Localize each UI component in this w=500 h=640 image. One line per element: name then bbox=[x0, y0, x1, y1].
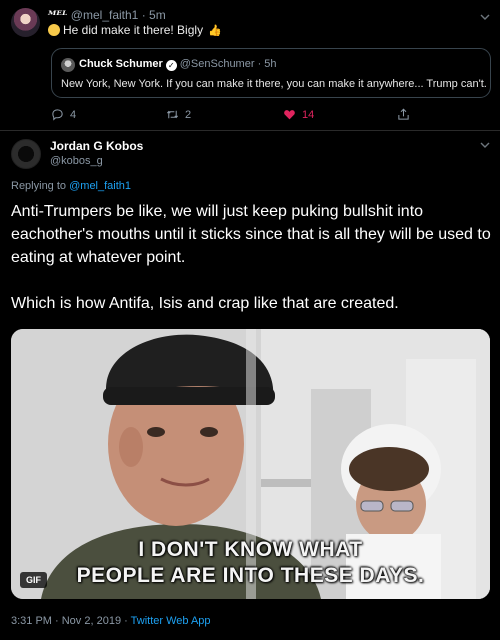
avatar[interactable] bbox=[11, 139, 41, 169]
timestamp[interactable]: 3:31 PM · Nov 2, 2019 bbox=[11, 615, 121, 627]
author-name[interactable]: ᴹᴱᴸ bbox=[48, 8, 67, 22]
gif-badge: GIF bbox=[20, 572, 47, 588]
reply-icon bbox=[52, 109, 63, 121]
chevron-down-icon[interactable] bbox=[480, 12, 490, 22]
tweet-actions: 4 2 14 bbox=[0, 108, 500, 126]
gif-caption: PEOPLE ARE INTO THESE DAYS. bbox=[76, 564, 425, 587]
retweet-button[interactable]: 2 bbox=[166, 108, 191, 121]
thumbs-up-emoji-icon: 👍 bbox=[208, 25, 223, 37]
quoted-text: New York, New York. If you can make it t… bbox=[61, 78, 487, 90]
laughing-emoji-icon bbox=[48, 24, 60, 36]
parent-tweet[interactable]: ᴹᴱᴸ @mel_faith1 · 5m He did make it ther… bbox=[0, 0, 500, 132]
reply-count: 4 bbox=[70, 108, 77, 121]
share-icon bbox=[398, 108, 409, 120]
reply-button[interactable]: 4 bbox=[51, 108, 76, 121]
like-count: 14 bbox=[302, 108, 315, 121]
gif-media[interactable]: I DON'T KNOW WHAT PEOPLE ARE INTO THESE … bbox=[11, 329, 490, 599]
tweet-body: Anti-Trumpers be like, we will just keep… bbox=[11, 200, 491, 338]
parent-tweet-header: ᴹᴱᴸ @mel_faith1 · 5m bbox=[48, 8, 166, 22]
tweet-time[interactable]: · 5m bbox=[142, 8, 166, 22]
retweet-count: 2 bbox=[185, 108, 192, 121]
author-handle: @mel_faith1 bbox=[70, 8, 139, 22]
chevron-down-icon[interactable] bbox=[480, 140, 490, 150]
source-link[interactable]: Twitter Web App bbox=[131, 615, 211, 627]
tweet-text: He did make it there! Bigly bbox=[63, 23, 204, 37]
replying-to-link[interactable]: @mel_faith1 bbox=[69, 180, 131, 192]
divider bbox=[0, 130, 500, 131]
quoted-avatar bbox=[61, 58, 75, 72]
like-button[interactable]: 14 bbox=[283, 108, 314, 121]
quoted-header: Chuck Schumer ✓ @SenSchumer · 5h bbox=[79, 58, 277, 71]
author-name[interactable]: Jordan G Kobos bbox=[50, 139, 143, 153]
avatar[interactable] bbox=[11, 8, 40, 37]
retweet-icon bbox=[167, 110, 178, 119]
author-handle[interactable]: @kobos_g bbox=[50, 155, 103, 167]
tweet-paragraph: Anti-Trumpers be like, we will just keep… bbox=[11, 203, 491, 266]
heart-icon bbox=[284, 110, 295, 120]
tweet-metadata: 3:31 PM · Nov 2, 2019 · Twitter Web App bbox=[11, 615, 211, 627]
quoted-handle: @SenSchumer bbox=[179, 58, 255, 70]
replying-to-label: Replying to bbox=[11, 180, 67, 192]
gif-caption: I DON'T KNOW WHAT bbox=[138, 538, 363, 561]
quoted-tweet[interactable]: Chuck Schumer ✓ @SenSchumer · 5h New York,… bbox=[51, 48, 491, 98]
quoted-time: · 5h bbox=[257, 58, 277, 70]
parent-tweet-text: He did make it there! Bigly 👍 bbox=[48, 23, 222, 37]
metadata-separator: · bbox=[124, 615, 128, 627]
replying-to: Replying to @mel_faith1 bbox=[11, 180, 131, 192]
quoted-author-name: Chuck Schumer bbox=[79, 58, 163, 70]
tweet-paragraph: Which is how Antifa, Isis and crap like … bbox=[11, 295, 399, 312]
verified-badge-icon: ✓ bbox=[165, 60, 177, 71]
share-button[interactable] bbox=[397, 108, 410, 121]
